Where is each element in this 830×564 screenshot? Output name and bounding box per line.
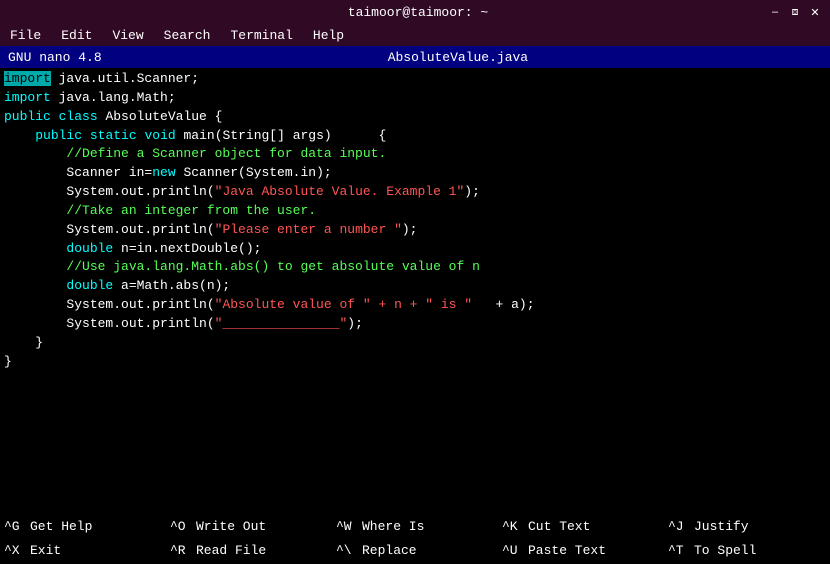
menu-view[interactable]: View — [108, 28, 147, 43]
restore-button[interactable]: ⧈ — [788, 5, 802, 19]
shortcut-col-3: ^W Where Is ^\ Replace — [332, 512, 498, 564]
key-justify: ^J — [668, 519, 690, 534]
label-where-is: Where Is — [362, 519, 424, 534]
window-controls: – ⧈ ✕ — [768, 5, 822, 19]
code-line-3: public class AbsoluteValue { — [4, 108, 826, 127]
label-cut-text: Cut Text — [528, 519, 590, 534]
shortcut-where-is: ^W Where Is — [332, 514, 498, 538]
code-line-6: Scanner in=new Scanner(System.in); — [4, 164, 826, 183]
separator — [0, 492, 830, 512]
code-line-9: System.out.println("Please enter a numbe… — [4, 221, 826, 240]
code-line-11: //Use java.lang.Math.abs() to get absolu… — [4, 258, 826, 277]
shortcut-col-2: ^O Write Out ^R Read File — [166, 512, 332, 564]
key-write-out: ^O — [170, 519, 192, 534]
code-line-12: double a=Math.abs(n); — [4, 277, 826, 296]
menubar: File Edit View Search Terminal Help — [0, 24, 830, 46]
label-get-help: Get Help — [30, 519, 92, 534]
minimize-button[interactable]: – — [768, 5, 782, 19]
shortcut-exit: ^X Exit — [0, 538, 166, 562]
shortcut-col-4: ^K Cut Text ^U Paste Text — [498, 512, 664, 564]
code-line-5: //Define a Scanner object for data input… — [4, 145, 826, 164]
titlebar: taimoor@taimoor: ~ – ⧈ ✕ — [0, 0, 830, 24]
shortcut-bar: ^G Get Help ^X Exit ^O Write Out ^R Read… — [0, 512, 830, 564]
titlebar-title: taimoor@taimoor: ~ — [348, 5, 488, 20]
key-get-help: ^G — [4, 519, 26, 534]
nano-right — [814, 50, 822, 65]
shortcut-write-out: ^O Write Out — [166, 514, 332, 538]
code-line-7: System.out.println("Java Absolute Value.… — [4, 183, 826, 202]
code-line-16: } — [4, 353, 826, 372]
key-cut-text: ^K — [502, 519, 524, 534]
nano-header: GNU nano 4.8 AbsoluteValue.java — [0, 46, 830, 68]
shortcut-justify: ^J Justify — [664, 514, 830, 538]
code-line-2: import java.lang.Math; — [4, 89, 826, 108]
code-line-14: System.out.println("_______________"); — [4, 315, 826, 334]
label-exit: Exit — [30, 543, 61, 558]
menu-file[interactable]: File — [6, 28, 45, 43]
close-button[interactable]: ✕ — [808, 5, 822, 19]
key-to-spell: ^T — [668, 543, 690, 558]
label-justify: Justify — [694, 519, 749, 534]
nano-version: GNU nano 4.8 — [8, 50, 102, 65]
shortcut-get-help: ^G Get Help — [0, 514, 166, 538]
code-line-13: System.out.println("Absolute value of " … — [4, 296, 826, 315]
editor[interactable]: import java.util.Scanner; import java.la… — [0, 68, 830, 492]
code-line-8: //Take an integer from the user. — [4, 202, 826, 221]
key-read-file: ^R — [170, 543, 192, 558]
code-line-10: double n=in.nextDouble(); — [4, 240, 826, 259]
label-write-out: Write Out — [196, 519, 266, 534]
code-line-4: public static void main(String[] args) { — [4, 127, 826, 146]
shortcut-cut-text: ^K Cut Text — [498, 514, 664, 538]
shortcut-to-spell: ^T To Spell — [664, 538, 830, 562]
shortcut-replace: ^\ Replace — [332, 538, 498, 562]
shortcut-col-1: ^G Get Help ^X Exit — [0, 512, 166, 564]
menu-edit[interactable]: Edit — [57, 28, 96, 43]
label-paste-text: Paste Text — [528, 543, 606, 558]
menu-help[interactable]: Help — [309, 28, 348, 43]
menu-search[interactable]: Search — [160, 28, 215, 43]
label-to-spell: To Spell — [694, 543, 756, 558]
shortcut-paste-text: ^U Paste Text — [498, 538, 664, 562]
nano-filename: AbsoluteValue.java — [388, 50, 528, 65]
label-read-file: Read File — [196, 543, 266, 558]
key-exit: ^X — [4, 543, 26, 558]
key-paste-text: ^U — [502, 543, 524, 558]
code-line-15: } — [4, 334, 826, 353]
key-where-is: ^W — [336, 519, 358, 534]
shortcut-read-file: ^R Read File — [166, 538, 332, 562]
shortcut-col-5: ^J Justify ^T To Spell — [664, 512, 830, 564]
label-replace: Replace — [362, 543, 417, 558]
code-line-1: import java.util.Scanner; — [4, 70, 826, 89]
menu-terminal[interactable]: Terminal — [226, 28, 296, 43]
key-replace: ^\ — [336, 543, 358, 558]
